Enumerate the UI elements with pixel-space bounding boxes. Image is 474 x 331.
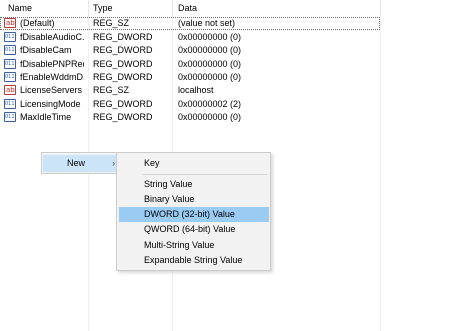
chevron-right-icon: ›	[112, 159, 115, 168]
value-name: fDisableCam	[20, 45, 72, 55]
column-header-type[interactable]: Type	[85, 0, 173, 16]
value-data: (value not set)	[178, 18, 236, 28]
value-data: 0x00000000 (0)	[178, 32, 242, 42]
value-data: 0x00000000 (0)	[178, 59, 242, 69]
binary-value-icon	[4, 111, 16, 124]
value-type: REG_DWORD	[93, 72, 153, 82]
value-data: localhost	[178, 85, 214, 95]
submenu-item-binary-value[interactable]: Binary Value	[119, 192, 269, 207]
value-type: REG_DWORD	[93, 32, 153, 42]
submenu-item-label: Expandable String Value	[144, 255, 243, 265]
submenu-item-qword-value[interactable]: QWORD (64-bit) Value	[119, 222, 269, 237]
menu-item-new-label: New	[67, 158, 86, 168]
value-type: REG_SZ	[93, 85, 130, 95]
value-type: REG_SZ	[93, 18, 130, 28]
submenu-item-label: Key	[144, 158, 160, 168]
binary-value-icon	[4, 44, 16, 57]
column-header: Name Type Data	[0, 0, 474, 16]
string-value-icon	[4, 84, 16, 97]
menu-separator	[143, 174, 267, 175]
column-header-name[interactable]: Name	[0, 0, 88, 16]
submenu-item-dword-value[interactable]: DWORD (32-bit) Value	[119, 207, 269, 222]
value-row[interactable]: LicenseServers REG_SZ localhost	[0, 84, 380, 97]
value-data: 0x00000000 (0)	[178, 112, 242, 122]
submenu-item-string-value[interactable]: String Value	[119, 177, 269, 192]
context-menu: New ›	[41, 152, 121, 174]
value-type: REG_DWORD	[93, 45, 153, 55]
value-data: 0x00000000 (0)	[178, 45, 242, 55]
submenu-item-label: DWORD (32-bit) Value	[144, 209, 235, 219]
value-name: fDisablePNPRedir	[20, 59, 84, 69]
column-divider[interactable]	[380, 0, 381, 16]
submenu-item-key[interactable]: Key	[119, 156, 269, 171]
column-header-data[interactable]: Data	[170, 0, 380, 16]
submenu-item-multi-string-value[interactable]: Multi-String Value	[119, 238, 269, 253]
value-name: fEnableWddmD...	[20, 72, 84, 82]
value-name: LicenseServers	[20, 85, 83, 95]
value-row[interactable]: fEnableWddmD... REG_DWORD 0x00000000 (0)	[0, 71, 380, 84]
submenu-item-label: QWORD (64-bit) Value	[144, 224, 236, 234]
binary-value-icon	[4, 71, 16, 84]
submenu-item-label: Multi-String Value	[144, 240, 215, 250]
value-data: 0x00000002 (2)	[178, 99, 242, 109]
value-row[interactable]: fDisableCam REG_DWORD 0x00000000 (0)	[0, 44, 380, 57]
submenu-item-label: String Value	[144, 179, 193, 189]
menu-item-new[interactable]: New ›	[43, 155, 119, 172]
submenu-item-label: Binary Value	[144, 194, 195, 204]
binary-value-icon	[4, 31, 16, 44]
value-row[interactable]: MaxIdleTime REG_DWORD 0x00000000 (0)	[0, 111, 380, 124]
string-value-icon	[4, 17, 16, 30]
value-type: REG_DWORD	[93, 99, 153, 109]
value-type: REG_DWORD	[93, 112, 153, 122]
value-row[interactable]: fDisableAudioC... REG_DWORD 0x00000000 (…	[0, 31, 380, 44]
value-row[interactable]: LicensingMode REG_DWORD 0x00000002 (2)	[0, 98, 380, 111]
value-row[interactable]: (Default) REG_SZ (value not set)	[0, 17, 380, 30]
submenu-item-expandable-string-value[interactable]: Expandable String Value	[119, 253, 269, 268]
value-type: REG_DWORD	[93, 59, 153, 69]
new-submenu: Key String Value Binary Value DWORD (32-…	[116, 152, 271, 271]
binary-value-icon	[4, 58, 16, 71]
value-row[interactable]: fDisablePNPRedir REG_DWORD 0x00000000 (0…	[0, 58, 380, 71]
value-name: fDisableAudioC...	[20, 32, 84, 42]
value-name: (Default)	[20, 18, 55, 28]
binary-value-icon	[4, 98, 16, 111]
value-name: LicensingMode	[20, 99, 81, 109]
value-data: 0x00000000 (0)	[178, 72, 242, 82]
value-name: MaxIdleTime	[20, 112, 72, 122]
column-gridline	[380, 16, 381, 331]
